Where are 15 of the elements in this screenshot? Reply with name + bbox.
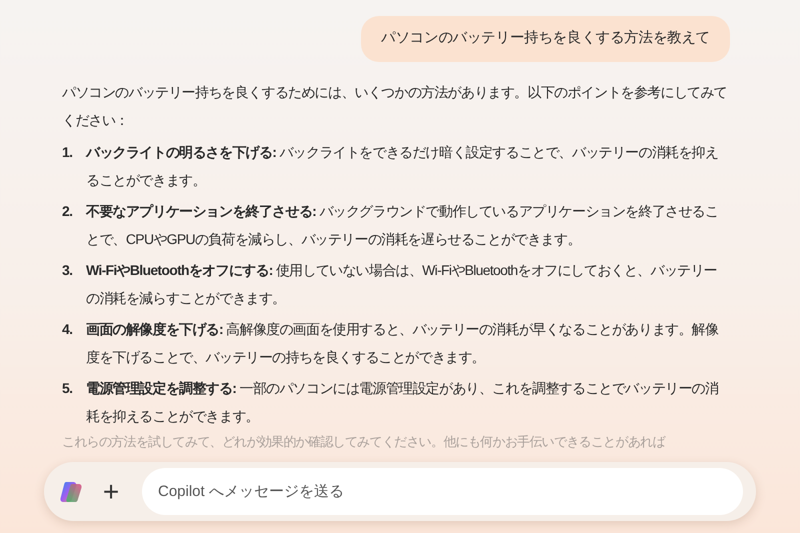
list-item-text: バックライトの明るさを下げる: バックライトをできるだけ暗く設定することで、バッテリーの消耗を抑えることができます。 — [86, 142, 720, 190]
user-message: パソコンのバッテリー持ちを良くする方法を教えて — [361, 16, 730, 62]
list-number: 5. — [62, 378, 74, 398]
message-input[interactable]: Copilot へメッセージを送る — [142, 468, 743, 515]
list-number: 4. — [62, 320, 74, 339]
list-item-text: 不要なアプリケーションを終了させる: バックグラウンドで動作しているアプリケーションを終了させることで、CPUやGPUの負荷を減らし、バッテリーの消耗を遅らせることができます。 — [86, 202, 720, 249]
add-button[interactable]: + — [96, 476, 126, 506]
list-number: 2. — [62, 202, 74, 221]
list-number: 1. — [62, 142, 74, 162]
reply-intro: パソコンのバッテリー持ちを良くするためには、いくつかの方法があります。以下のポイントを参考にしてみてください： — [62, 82, 728, 130]
list-item-text: Wi-FiやBluetoothをオフにする: 使用していない場合は、Wi-FiやBluetoothをオフにしておくと、バッテリーの消耗を減らすことができます。 — [86, 260, 718, 308]
reply-outro: これらの方法を試してみて、どれが効果的か確認してみてください。他にも何かお手伝いできることがあれば — [62, 432, 666, 451]
list-item-text: 画面の解像度を下げる: 高解像度の画面を使用すると、バッテリーの消耗が早くなることがあります。解像度を下げることで、バッテリーの持ちを良くすることができます。 — [86, 320, 720, 367]
list-item-text: 電源管理設定を調整する: 一部のパソコンには電源管理設定があり、これを調整することでバッテリーの消耗を抑えることができます。 — [86, 378, 720, 426]
list-number: 3. — [62, 260, 74, 280]
